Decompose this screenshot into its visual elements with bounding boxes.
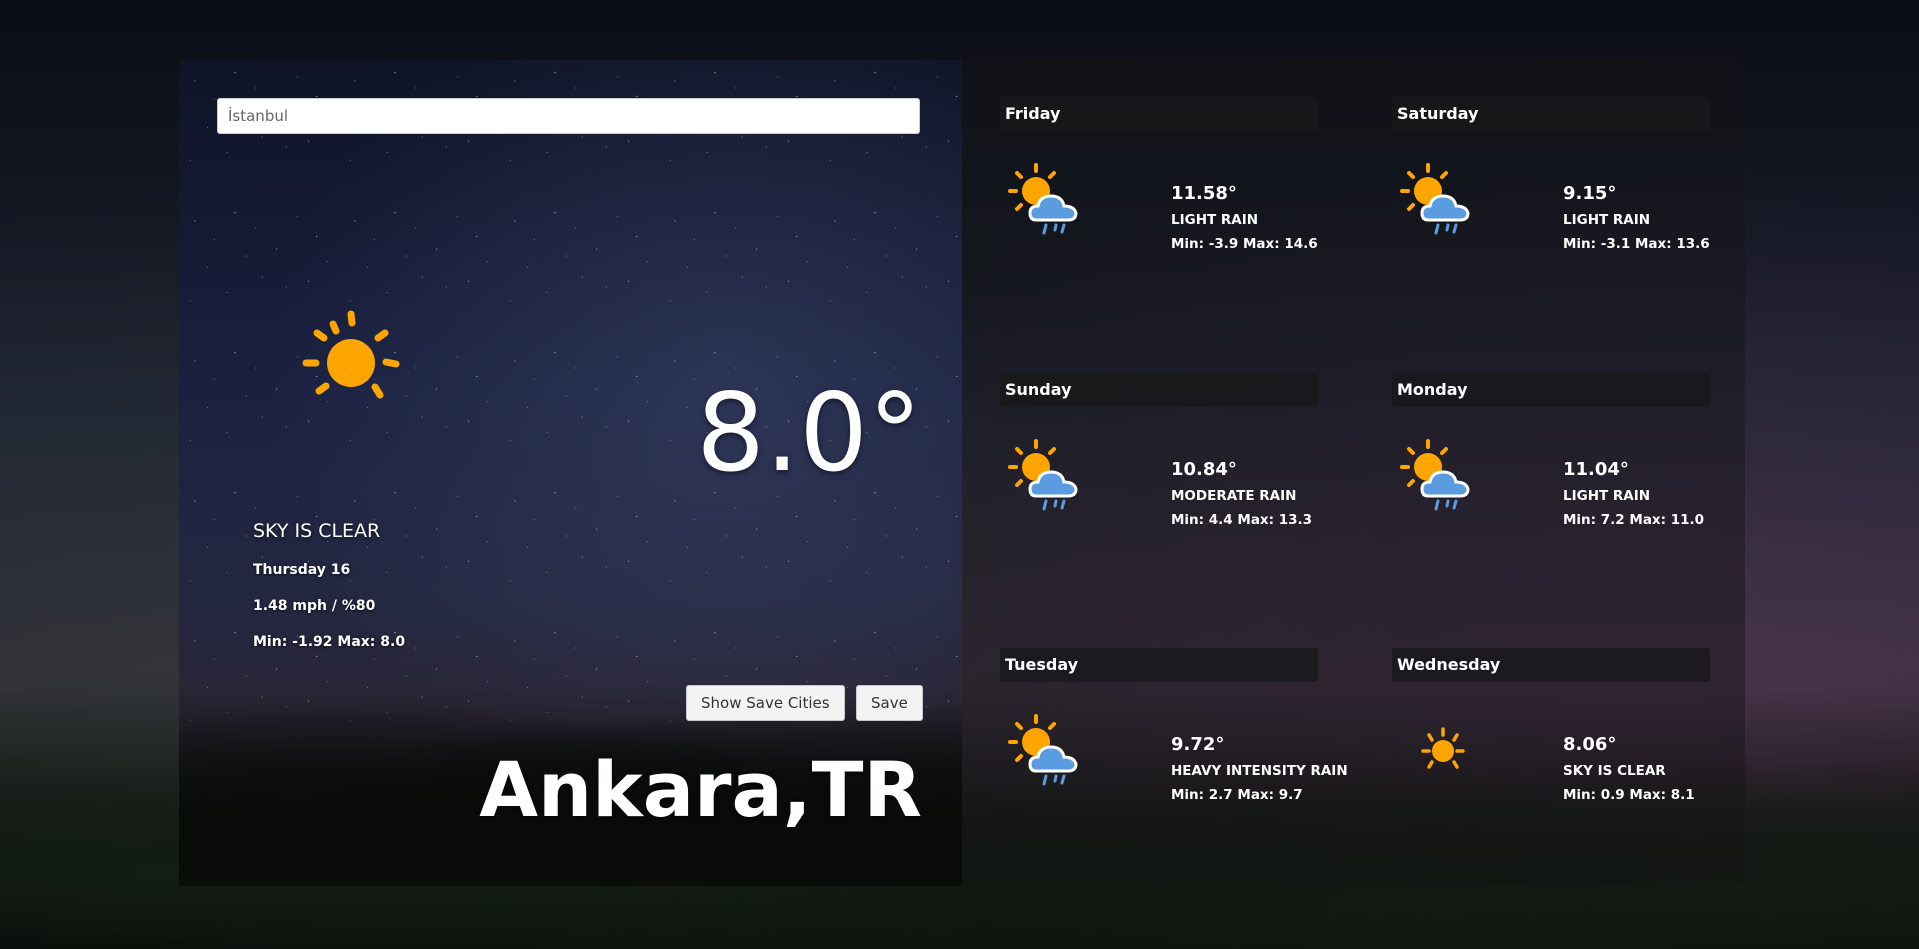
forecast-temperature: 9.15° (1563, 183, 1617, 204)
forecast-description: LIGHT RAIN (1563, 212, 1651, 228)
current-wind-humidity: 1.48 mph / %80 (253, 598, 376, 614)
forecast-panel: Friday 11.58° LIGHT RAIN Min: -3.9 Max: … (962, 60, 1745, 886)
save-button[interactable]: Save (856, 685, 923, 721)
forecast-min-max: Min: -3.1 Max: 13.6 (1563, 236, 1710, 252)
sun-icon (302, 310, 400, 399)
sun-cloud-rain-icon (1400, 163, 1470, 235)
forecast-description: LIGHT RAIN (1171, 212, 1259, 228)
city-name: Ankara,TR (479, 745, 922, 834)
forecast-day-label: Wednesday (1392, 648, 1710, 682)
forecast-temperature: 9.72° (1171, 734, 1225, 755)
sun-cloud-rain-icon (1008, 439, 1078, 511)
show-saved-cities-button[interactable]: Show Save Cities (686, 685, 845, 721)
forecast-temperature: 8.06° (1563, 734, 1617, 755)
forecast-day-label: Friday (1000, 97, 1318, 131)
forecast-card: Sunday 10.84° MODERATE RAIN Min: 4.4 Max… (1000, 373, 1320, 613)
sun-cloud-rain-icon (1008, 714, 1078, 786)
forecast-day-label: Monday (1392, 373, 1710, 407)
current-temperature: 8.0° (696, 371, 922, 496)
current-description: SKY IS CLEAR (253, 520, 381, 542)
forecast-temperature: 11.58° (1171, 183, 1237, 204)
forecast-description: LIGHT RAIN (1563, 488, 1651, 504)
forecast-min-max: Min: 2.7 Max: 9.7 (1171, 787, 1303, 803)
forecast-card: Friday 11.58° LIGHT RAIN Min: -3.9 Max: … (1000, 97, 1320, 337)
sun-icon (1421, 727, 1465, 769)
forecast-card: Saturday 9.15° LIGHT RAIN Min: -3.1 Max:… (1392, 97, 1712, 337)
forecast-min-max: Min: -3.9 Max: 14.6 (1171, 236, 1318, 252)
current-date: Thursday 16 (253, 562, 351, 578)
forecast-description: SKY IS CLEAR (1563, 763, 1666, 779)
current-min-max: Min: -1.92 Max: 8.0 (253, 634, 406, 650)
forecast-day-label: Tuesday (1000, 648, 1318, 682)
forecast-day-label: Saturday (1392, 97, 1710, 131)
forecast-temperature: 11.04° (1563, 459, 1629, 480)
forecast-card: Wednesday 8.06° SKY IS CLEAR Min: 0.9 Ma… (1392, 648, 1712, 888)
city-search-input[interactable] (217, 98, 920, 134)
forecast-temperature: 10.84° (1171, 459, 1237, 480)
sun-cloud-rain-icon (1400, 439, 1470, 511)
forecast-card: Tuesday 9.72° HEAVY INTENSITY RAIN Min: … (1000, 648, 1348, 888)
forecast-min-max: Min: 4.4 Max: 13.3 (1171, 512, 1313, 528)
forecast-card: Monday 11.04° LIGHT RAIN Min: 7.2 Max: 1… (1392, 373, 1712, 613)
forecast-description: MODERATE RAIN (1171, 488, 1297, 504)
sun-cloud-rain-icon (1008, 163, 1078, 235)
forecast-min-max: Min: 0.9 Max: 8.1 (1563, 787, 1695, 803)
forecast-day-label: Sunday (1000, 373, 1318, 407)
forecast-min-max: Min: 7.2 Max: 11.0 (1563, 512, 1705, 528)
forecast-description: HEAVY INTENSITY RAIN (1171, 763, 1348, 779)
